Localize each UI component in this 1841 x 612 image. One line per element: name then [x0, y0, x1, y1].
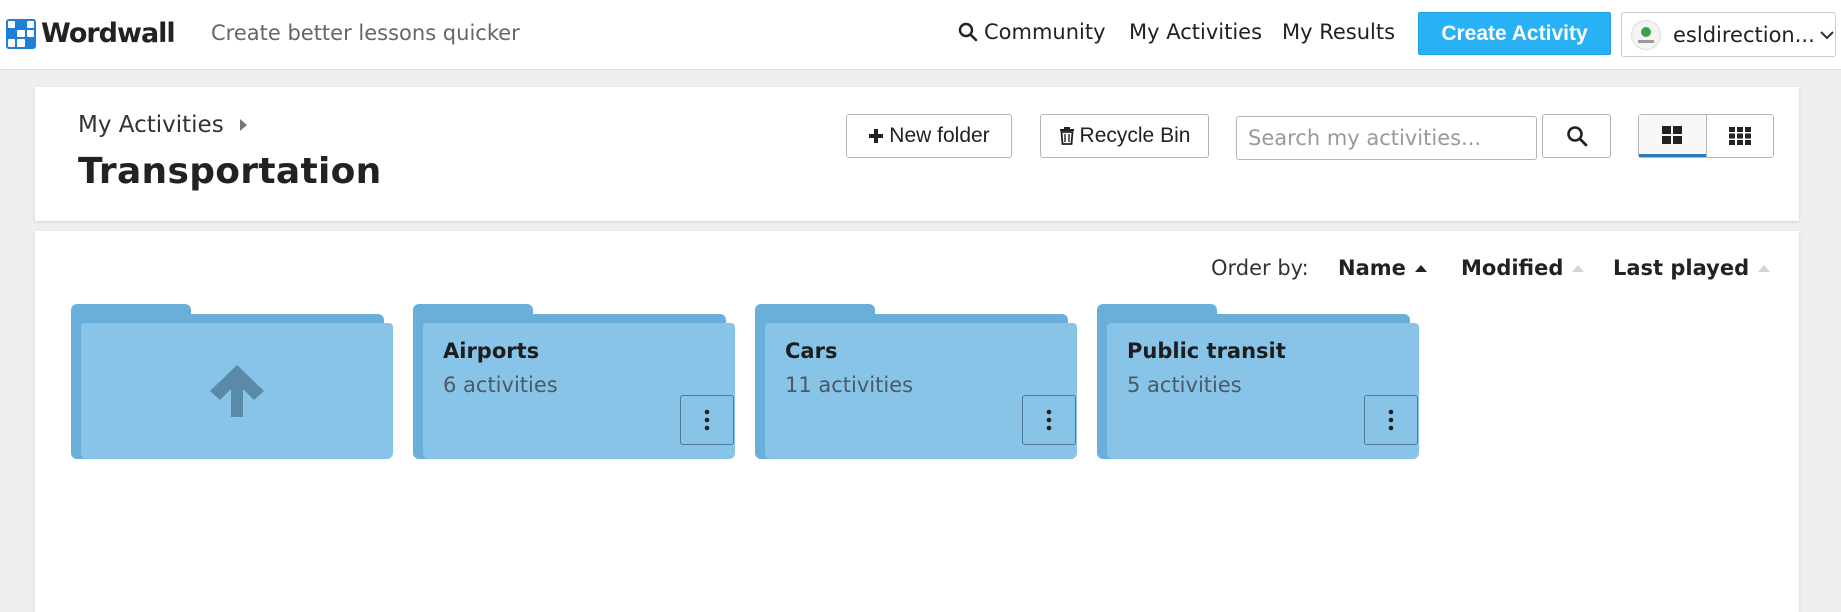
chevron-down-icon [1820, 30, 1834, 39]
grid-small-icon [1728, 127, 1751, 145]
tagline: Create better lessons quicker [211, 21, 520, 45]
recycle-bin-button[interactable]: Recycle Bin [1040, 114, 1209, 158]
folder-activity-count: 11 activities [785, 373, 914, 397]
arrow-up-icon [81, 323, 393, 459]
account-name: esldirection... [1673, 22, 1813, 47]
sort-ascending-icon [1572, 264, 1585, 272]
breadcrumb: My Activities [78, 112, 247, 138]
folder-options-button[interactable] [1364, 395, 1418, 445]
folder-front: Cars 11 activities [765, 323, 1077, 459]
folder-tile-public-transit[interactable]: Public transit 5 activities [1097, 304, 1419, 459]
nav-community-label: Community [984, 20, 1106, 44]
folder-tile-cars[interactable]: Cars 11 activities [755, 304, 1077, 459]
search-icon [958, 22, 978, 42]
sort-name-label: Name [1338, 256, 1406, 280]
large-grid-view-button[interactable] [1639, 115, 1706, 157]
folder-front [81, 323, 393, 459]
sort-by-name[interactable]: Name [1338, 256, 1427, 280]
wordwall-logo[interactable]: Wordwall [6, 18, 176, 49]
order-by-label: Order by: [1211, 256, 1309, 280]
new-folder-label: New folder [889, 124, 990, 147]
small-grid-view-button[interactable] [1705, 115, 1774, 157]
sort-last-played-label: Last played [1613, 256, 1750, 280]
nav-community[interactable]: Community [958, 20, 1106, 44]
folder-front: Public transit 5 activities [1107, 323, 1419, 459]
search-icon [1566, 126, 1587, 147]
account-menu[interactable]: esldirection... [1621, 12, 1836, 57]
nav-my-results[interactable]: My Results [1282, 20, 1395, 44]
page-title: Transportation [78, 151, 382, 192]
vertical-dots-icon [1388, 409, 1394, 431]
folder-activity-count: 6 activities [443, 373, 558, 397]
folder-options-button[interactable] [680, 395, 734, 445]
nav-my-activities[interactable]: My Activities [1129, 20, 1262, 44]
folder-name: Airports [443, 339, 540, 363]
sort-ascending-icon [1414, 264, 1427, 272]
search-input[interactable] [1236, 116, 1537, 160]
sort-by-last-played[interactable]: Last played [1613, 256, 1771, 280]
breadcrumb-my-activities[interactable]: My Activities [78, 112, 224, 138]
trash-icon [1059, 127, 1074, 145]
sort-ascending-icon [1758, 264, 1771, 272]
folder-front: Airports 6 activities [423, 323, 735, 459]
top-bar: Wordwall Create better lessons quicker C… [0, 0, 1841, 70]
caret-right-icon [239, 119, 247, 131]
folder-options-button[interactable] [1022, 395, 1076, 445]
create-activity-button[interactable]: Create Activity [1418, 12, 1611, 55]
plus-icon [869, 129, 884, 143]
grid-large-icon [1662, 125, 1683, 144]
recycle-bin-label: Recycle Bin [1079, 124, 1191, 147]
folder-tile-airports[interactable]: Airports 6 activities [413, 304, 735, 459]
folder-header-panel: My Activities Transportation New folder … [35, 87, 1799, 221]
new-folder-button[interactable]: New folder [846, 114, 1012, 158]
avatar [1631, 19, 1661, 50]
sort-modified-label: Modified [1461, 256, 1564, 280]
search-button[interactable] [1542, 114, 1611, 158]
wordwall-logo-icon [6, 18, 36, 49]
logo-text: Wordwall [41, 18, 176, 49]
vertical-dots-icon [1046, 409, 1052, 431]
parent-folder-tile[interactable] [71, 304, 393, 459]
folder-content-panel: Order by: Name Modified Last played Airp… [35, 231, 1799, 612]
folder-name: Public transit [1127, 339, 1286, 363]
folder-name: Cars [785, 339, 838, 363]
vertical-dots-icon [704, 409, 710, 431]
view-toggle [1638, 114, 1774, 158]
folder-activity-count: 5 activities [1127, 373, 1242, 397]
sort-by-modified[interactable]: Modified [1461, 256, 1585, 280]
